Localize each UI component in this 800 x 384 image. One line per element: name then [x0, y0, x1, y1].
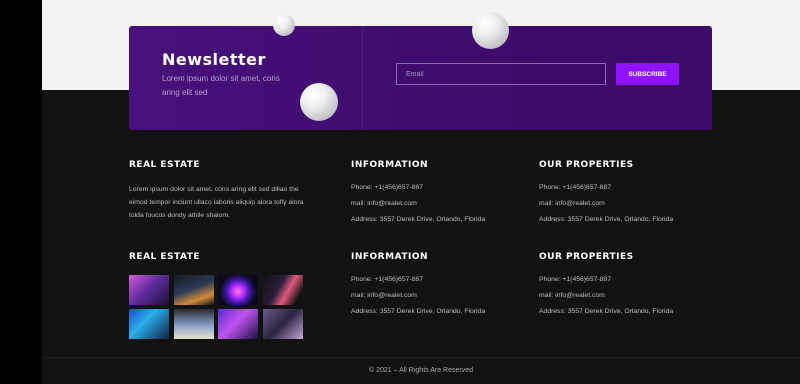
information-title: INFORMATION: [351, 160, 429, 170]
newsletter-banner: Newsletter Lorem ipsum dolor sit amet, c…: [129, 26, 712, 130]
address-text: Address: 3557 Derek Drive, Orlando, Flor…: [351, 308, 486, 315]
email-field[interactable]: [396, 63, 606, 85]
our-properties-title: OUR PROPERTIES: [539, 252, 634, 262]
decorative-sphere: [472, 12, 509, 49]
gallery-thumbnail[interactable]: [174, 309, 214, 339]
phone-text: Phone: +1(456)657-887: [351, 184, 423, 191]
phone-text: Phone: +1(456)657-887: [539, 276, 611, 283]
newsletter-divider: [362, 26, 363, 130]
mail-link[interactable]: mail: info@realet.com: [539, 200, 605, 207]
mail-link[interactable]: mail: info@realet.com: [351, 200, 417, 207]
gallery-title: REAL ESTATE: [129, 252, 201, 262]
left-edge-strip: [0, 0, 42, 384]
decorative-sphere: [273, 14, 295, 36]
our-properties-title: OUR PROPERTIES: [539, 160, 634, 170]
phone-text: Phone: +1(456)657-887: [539, 184, 611, 191]
address-text: Address: 3557 Derek Drive, Orlando, Flor…: [351, 216, 486, 223]
gallery-thumbnail[interactable]: [263, 275, 303, 305]
information-title: INFORMATION: [351, 252, 429, 262]
subscribe-button[interactable]: SUBSCRIBE: [616, 63, 679, 85]
mail-link[interactable]: mail: info@realet.com: [539, 292, 605, 299]
gallery-thumbnail[interactable]: [218, 275, 258, 305]
newsletter-title: Newsletter: [162, 50, 266, 69]
address-text: Address: 3557 Derek Drive, Orlando, Flor…: [539, 216, 674, 223]
address-text: Address: 3557 Derek Drive, Orlando, Flor…: [539, 308, 674, 315]
gallery-thumbnail[interactable]: [218, 309, 258, 339]
gallery-thumbnail[interactable]: [263, 309, 303, 339]
phone-text: Phone: +1(456)657-887: [351, 276, 423, 283]
decorative-sphere: [300, 83, 338, 121]
copyright-text: © 2021 – All Rights Are Reserved: [42, 357, 800, 374]
gallery-thumbnail[interactable]: [174, 275, 214, 305]
site-footer: [42, 90, 800, 384]
about-text: Lorem ipsum dolor sit amet, cons aring e…: [129, 186, 304, 219]
mail-link[interactable]: mail: info@realet.com: [351, 292, 417, 299]
about-title: REAL ESTATE: [129, 160, 201, 170]
gallery-thumbnail[interactable]: [129, 275, 169, 305]
newsletter-subtitle: Lorem ipsum dolor sit amet, cons aring e…: [162, 74, 280, 97]
image-gallery: [129, 275, 303, 339]
gallery-thumbnail[interactable]: [129, 309, 169, 339]
